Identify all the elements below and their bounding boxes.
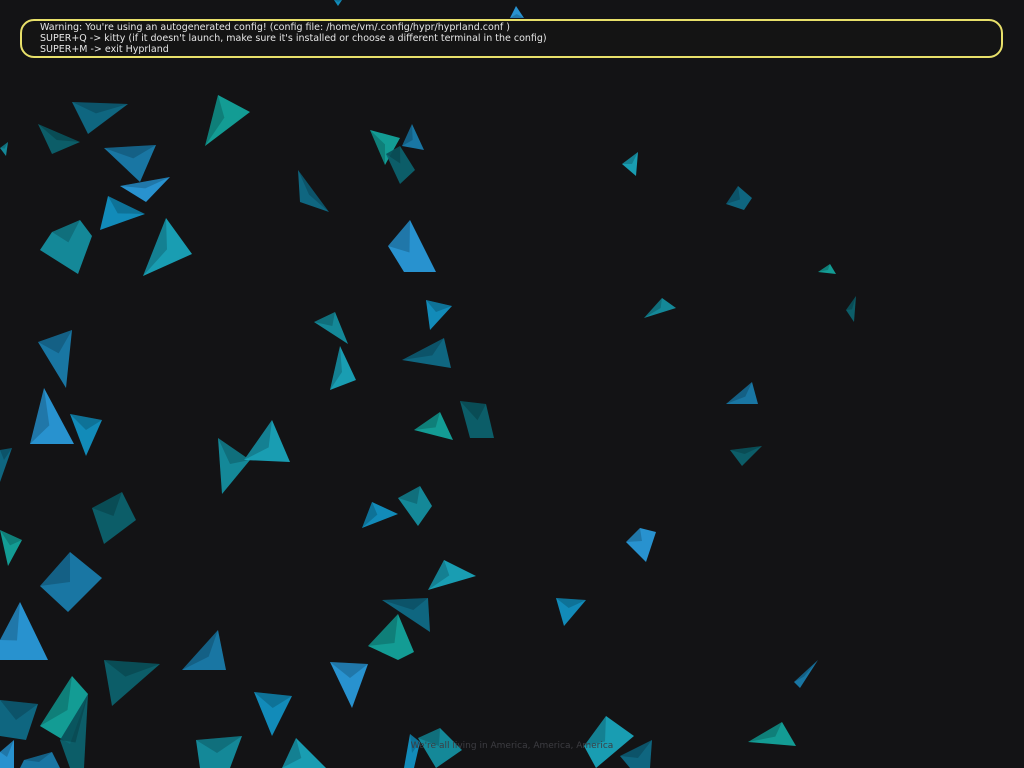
wallpaper	[0, 0, 856, 768]
wallpaper-caption: We're all living in America, America, Am…	[410, 741, 614, 751]
wallpaper-shard	[402, 124, 424, 150]
wallpaper-shard	[428, 560, 476, 590]
terminal-hint-line: SUPER+Q -> kitty (if it doesn't launch, …	[40, 33, 547, 44]
wallpaper-shard-facet	[0, 602, 20, 641]
desktop: We're all living in America, America, Am…	[0, 0, 1024, 768]
config-warning-notification: Warning: You're using an autogenerated c…	[20, 19, 1003, 58]
wallpaper-shard	[626, 528, 656, 562]
wallpaper-shard-facet	[794, 660, 818, 682]
warning-line: Warning: You're using an autogenerated c…	[40, 22, 510, 33]
exit-hint-line: SUPER+M -> exit Hyprland	[40, 44, 169, 55]
wallpaper-shard	[120, 177, 170, 202]
wallpaper-shard-facet	[626, 528, 642, 542]
wallpaper-shard-facet	[40, 552, 70, 586]
wallpaper-shard-facet	[368, 614, 398, 646]
